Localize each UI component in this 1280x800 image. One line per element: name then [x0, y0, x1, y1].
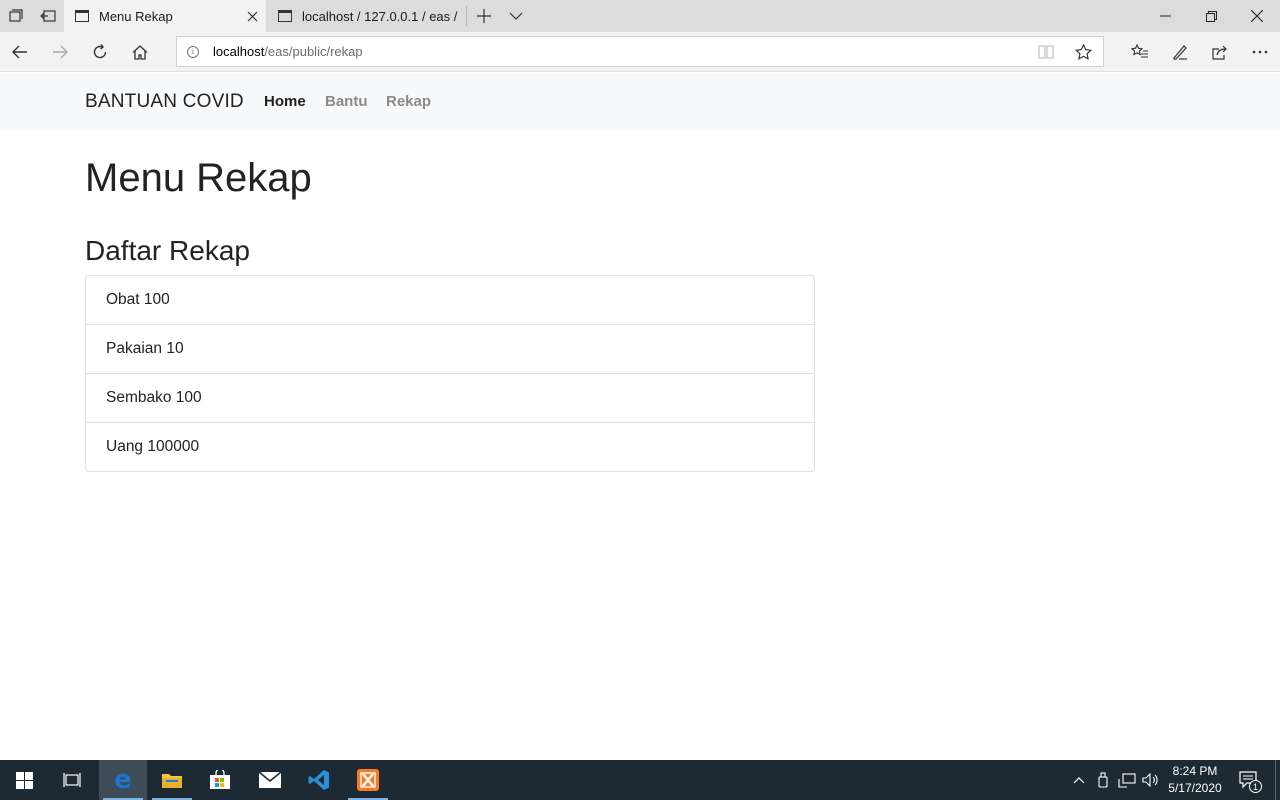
list-item: Obat 100 — [86, 276, 814, 325]
mail-icon[interactable] — [246, 760, 294, 800]
nav-bantu[interactable]: Bantu — [325, 93, 368, 110]
address-bar[interactable]: i localhost/eas/public/rekap — [176, 36, 1104, 67]
browser-toolbar: i localhost/eas/public/rekap — [0, 32, 1280, 72]
system-clock[interactable]: 8:24 PM 5/17/2020 — [1160, 760, 1230, 800]
refresh-icon[interactable] — [80, 32, 120, 72]
favorite-star-icon[interactable] — [1063, 43, 1103, 60]
tab-title: localhost / 127.0.0.1 / eas / — [302, 8, 458, 24]
usb-device-icon[interactable] — [1093, 760, 1113, 800]
tab-menu-rekap[interactable]: Menu Rekap — [64, 0, 266, 32]
nav-rekap[interactable]: Rekap — [386, 93, 431, 110]
tab-actions-icon[interactable] — [0, 0, 32, 32]
windows-start-icon[interactable] — [0, 760, 48, 800]
show-desktop-divider[interactable] — [1275, 760, 1276, 800]
forward-arrow-icon[interactable] — [40, 32, 80, 72]
site-navbar: BANTUAN COVID Home Bantu Rekap — [0, 73, 1280, 129]
navbar-brand[interactable]: BANTUAN COVID — [85, 91, 244, 113]
back-arrow-icon[interactable] — [0, 32, 40, 72]
store-icon[interactable] — [196, 760, 244, 800]
clock-date: 5/17/2020 — [1168, 781, 1222, 795]
page-title: Menu Rekap — [85, 156, 312, 200]
set-tabs-aside-icon[interactable] — [32, 0, 64, 32]
tab-title: Menu Rekap — [99, 8, 173, 24]
xampp-icon[interactable] — [344, 760, 392, 800]
minimize-icon[interactable] — [1142, 0, 1188, 32]
tab-divider — [466, 6, 467, 26]
task-view-icon[interactable] — [48, 760, 96, 800]
volume-icon[interactable] — [1140, 760, 1162, 800]
page-icon — [278, 10, 292, 22]
home-icon[interactable] — [120, 32, 160, 72]
nav-home[interactable]: Home — [264, 93, 306, 110]
reading-view-icon[interactable] — [1029, 44, 1063, 59]
file-explorer-icon[interactable] — [148, 760, 196, 800]
list-item: Sembako 100 — [86, 374, 814, 423]
share-icon[interactable] — [1200, 32, 1240, 72]
url-host: localhost — [213, 44, 265, 59]
list-item: Uang 100000 — [106, 438, 200, 455]
network-icon[interactable] — [1116, 760, 1138, 800]
action-center-icon[interactable]: 1 — [1232, 760, 1266, 800]
browser-tab-strip: Menu Rekap localhost / 127.0.0.1 / eas / — [0, 0, 1280, 32]
clock-time: 8:24 PM — [1172, 764, 1218, 778]
vscode-icon[interactable] — [295, 760, 343, 800]
site-info-icon[interactable]: i — [187, 45, 199, 58]
tab-preview-chevron-icon[interactable] — [500, 0, 532, 32]
tab-phpmyadmin[interactable]: localhost / 127.0.0.1 / eas / — [267, 0, 465, 32]
url-path: /eas/public/rekap — [264, 44, 363, 59]
close-window-icon[interactable] — [1234, 0, 1280, 32]
close-tab-icon[interactable] — [238, 2, 266, 30]
windows-taskbar: e 8:24 PM 5/17/2020 1 — [0, 760, 1280, 800]
list-item: Pakaian 10 — [86, 325, 814, 374]
show-hidden-icons-chevron-icon[interactable] — [1068, 760, 1090, 800]
restore-icon[interactable] — [1188, 0, 1234, 32]
more-options-icon[interactable] — [1240, 32, 1280, 72]
notification-count-badge: 1 — [1249, 780, 1262, 793]
edge-browser-icon[interactable]: e — [99, 760, 147, 800]
favorites-hub-icon[interactable] — [1120, 32, 1160, 72]
url-text[interactable]: localhost/eas/public/rekap — [213, 44, 1029, 59]
web-note-pen-icon[interactable] — [1160, 32, 1200, 72]
page-icon — [75, 10, 89, 22]
section-heading: Daftar Rekap — [85, 235, 250, 266]
rekap-list: Obat 100 Pakaian 10 Sembako 100 Uang 100… — [85, 275, 815, 472]
new-tab-icon[interactable] — [468, 0, 500, 32]
